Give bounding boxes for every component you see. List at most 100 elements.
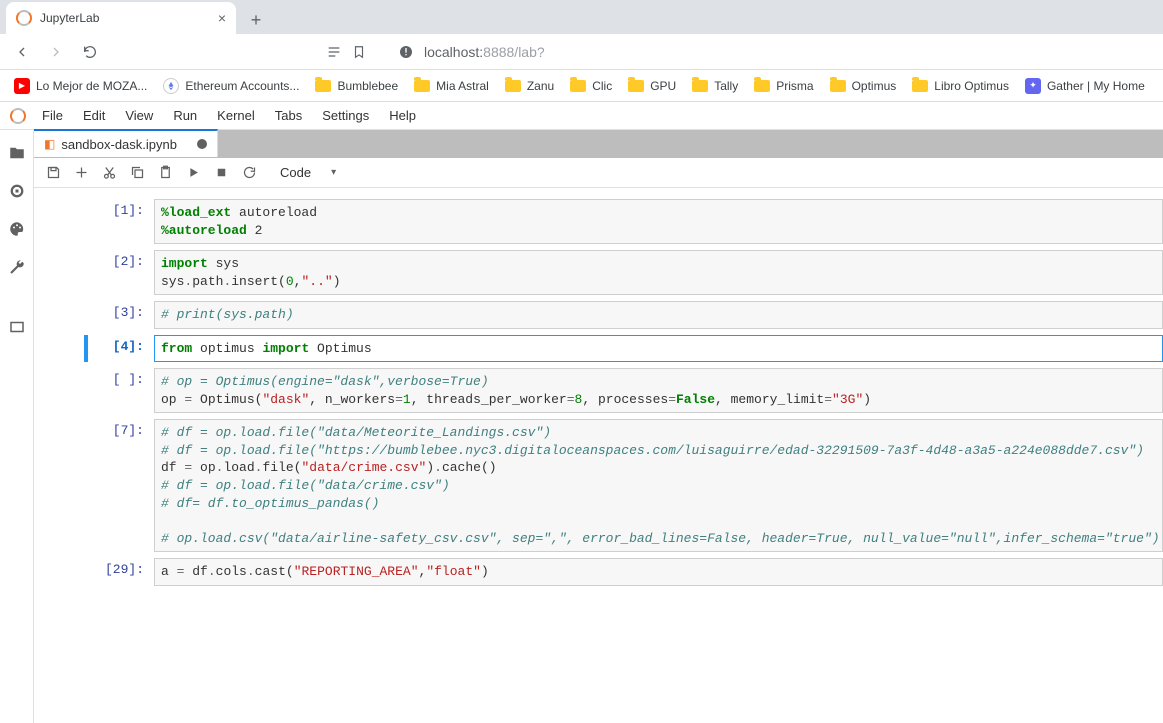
code-cell[interactable]: [3]:# print(sys.path) — [34, 298, 1163, 332]
bookmark-item[interactable]: Bumblebee — [309, 74, 404, 98]
cell-gutter — [34, 301, 88, 329]
folder-icon — [315, 78, 331, 94]
bookmark-item[interactable]: ▶Lo Mejor de MOZA... — [8, 74, 153, 98]
arrow-right-icon — [48, 44, 64, 60]
menu-view[interactable]: View — [115, 102, 163, 129]
cell-prompt: [4]: — [88, 335, 154, 363]
bookmark-label: Bumblebee — [337, 79, 398, 93]
copy-button[interactable] — [124, 160, 150, 186]
cell-gutter — [34, 335, 88, 363]
notebook-area[interactable]: [1]:%load_ext autoreload %autoreload 2[2… — [34, 188, 1163, 723]
cell-input[interactable]: from optimus import Optimus — [154, 335, 1163, 363]
folder-icon — [830, 78, 846, 94]
cell-prompt: [7]: — [88, 419, 154, 552]
menu-tabs[interactable]: Tabs — [265, 102, 312, 129]
gather-icon: ✦ — [1025, 78, 1041, 94]
menu-file[interactable]: File — [32, 102, 73, 129]
document-tab-active[interactable]: ◧ sandbox-dask.ipynb — [34, 129, 218, 157]
bookmark-label: Mia Astral — [436, 79, 489, 93]
code-cell[interactable]: [29]:a = df.cols.cast("REPORTING_AREA","… — [34, 555, 1163, 589]
reader-mode-icon[interactable] — [326, 44, 342, 60]
notebook-icon: ◧ — [44, 137, 55, 151]
bookmark-item[interactable]: Tally — [686, 74, 744, 98]
bookmark-item[interactable]: ✦ Gather | My Home — [1019, 74, 1151, 98]
restart-button[interactable] — [236, 160, 262, 186]
browser-tab-active[interactable]: JupyterLab × — [6, 2, 236, 34]
jupyter-logo-icon[interactable] — [4, 108, 32, 124]
bookmark-item[interactable]: Optimus — [824, 74, 903, 98]
bookmark-item[interactable]: Libro Optimus — [906, 74, 1015, 98]
folder-icon — [505, 78, 521, 94]
cell-input[interactable]: # print(sys.path) — [154, 301, 1163, 329]
cell-gutter — [34, 368, 88, 413]
bookmark-label: Prisma — [776, 79, 813, 93]
not-secure-icon[interactable] — [398, 44, 414, 60]
bookmark-label: Zanu — [527, 79, 554, 93]
notebook-toolbar: Code ▾ — [34, 158, 1163, 188]
cell-input[interactable]: %load_ext autoreload %autoreload 2 — [154, 199, 1163, 244]
bookmark-item[interactable]: Mia Astral — [408, 74, 495, 98]
bookmark-label: Clic — [592, 79, 612, 93]
new-tab-button[interactable]: + — [242, 6, 270, 34]
cell-type-label: Code — [280, 165, 311, 180]
url-display[interactable]: localhost:8888/lab? — [424, 44, 545, 60]
cut-button[interactable] — [96, 160, 122, 186]
running-kernels-icon[interactable] — [2, 174, 32, 208]
cell-prompt: [2]: — [88, 250, 154, 295]
cell-prompt: [1]: — [88, 199, 154, 244]
cell-input[interactable]: # df = op.load.file("data/Meteorite_Land… — [154, 419, 1163, 552]
cell-prompt: [ ]: — [88, 368, 154, 413]
bookmark-item[interactable]: GPU — [622, 74, 682, 98]
insert-cell-button[interactable] — [68, 160, 94, 186]
bookmark-label: Libro Optimus — [934, 79, 1009, 93]
code-cell[interactable]: [4]:from optimus import Optimus — [34, 332, 1163, 366]
back-button[interactable] — [8, 38, 36, 66]
open-tabs-icon[interactable] — [2, 310, 32, 344]
interrupt-button[interactable] — [208, 160, 234, 186]
cell-gutter — [34, 250, 88, 295]
code-cell[interactable]: [ ]:# op = Optimus(engine="dask",verbose… — [34, 365, 1163, 416]
cell-prompt: [3]: — [88, 301, 154, 329]
folder-icon — [414, 78, 430, 94]
menu-kernel[interactable]: Kernel — [207, 102, 265, 129]
browser-tab-title: JupyterLab — [40, 11, 99, 25]
save-button[interactable] — [40, 160, 66, 186]
bookmark-item[interactable]: Ethereum Accounts... — [157, 74, 305, 98]
ethereum-icon — [163, 78, 179, 94]
jlab-left-sidebar — [0, 130, 34, 723]
paste-button[interactable] — [152, 160, 178, 186]
bookmarks-bar: ▶Lo Mejor de MOZA...Ethereum Accounts...… — [0, 70, 1163, 102]
cell-input[interactable]: import sys sys.path.insert(0,"..") — [154, 250, 1163, 295]
cell-gutter — [34, 199, 88, 244]
cell-input[interactable]: # op = Optimus(engine="dask",verbose=Tru… — [154, 368, 1163, 413]
url-path: 8888/lab? — [483, 44, 545, 60]
forward-button[interactable] — [42, 38, 70, 66]
chevron-down-icon: ▾ — [331, 167, 336, 178]
menu-help[interactable]: Help — [379, 102, 426, 129]
cell-input[interactable]: a = df.cols.cast("REPORTING_AREA","float… — [154, 558, 1163, 586]
code-cell[interactable]: [1]:%load_ext autoreload %autoreload 2 — [34, 196, 1163, 247]
code-cell[interactable]: [7]:# df = op.load.file("data/Meteorite_… — [34, 416, 1163, 555]
bookmark-label: Gather | My Home — [1047, 79, 1145, 93]
bookmark-item[interactable]: Clic — [564, 74, 618, 98]
file-browser-icon[interactable] — [2, 136, 32, 170]
close-icon[interactable]: × — [218, 10, 226, 26]
browser-toolbar: localhost:8888/lab? — [0, 34, 1163, 70]
folder-icon — [754, 78, 770, 94]
folder-icon — [628, 78, 644, 94]
url-host: localhost: — [424, 44, 483, 60]
cell-type-select[interactable]: Code ▾ — [274, 163, 342, 182]
menu-run[interactable]: Run — [163, 102, 207, 129]
menu-settings[interactable]: Settings — [312, 102, 379, 129]
bookmark-item[interactable]: Prisma — [748, 74, 819, 98]
bookmark-icon[interactable] — [352, 44, 366, 60]
bookmark-label: Tally — [714, 79, 738, 93]
palette-icon[interactable] — [2, 212, 32, 246]
bookmark-item[interactable]: Zanu — [499, 74, 560, 98]
cell-prompt: [29]: — [88, 558, 154, 586]
code-cell[interactable]: [2]:import sys sys.path.insert(0,"..") — [34, 247, 1163, 298]
run-button[interactable] — [180, 160, 206, 186]
wrench-icon[interactable] — [2, 250, 32, 284]
reload-button[interactable] — [76, 38, 104, 66]
menu-edit[interactable]: Edit — [73, 102, 115, 129]
